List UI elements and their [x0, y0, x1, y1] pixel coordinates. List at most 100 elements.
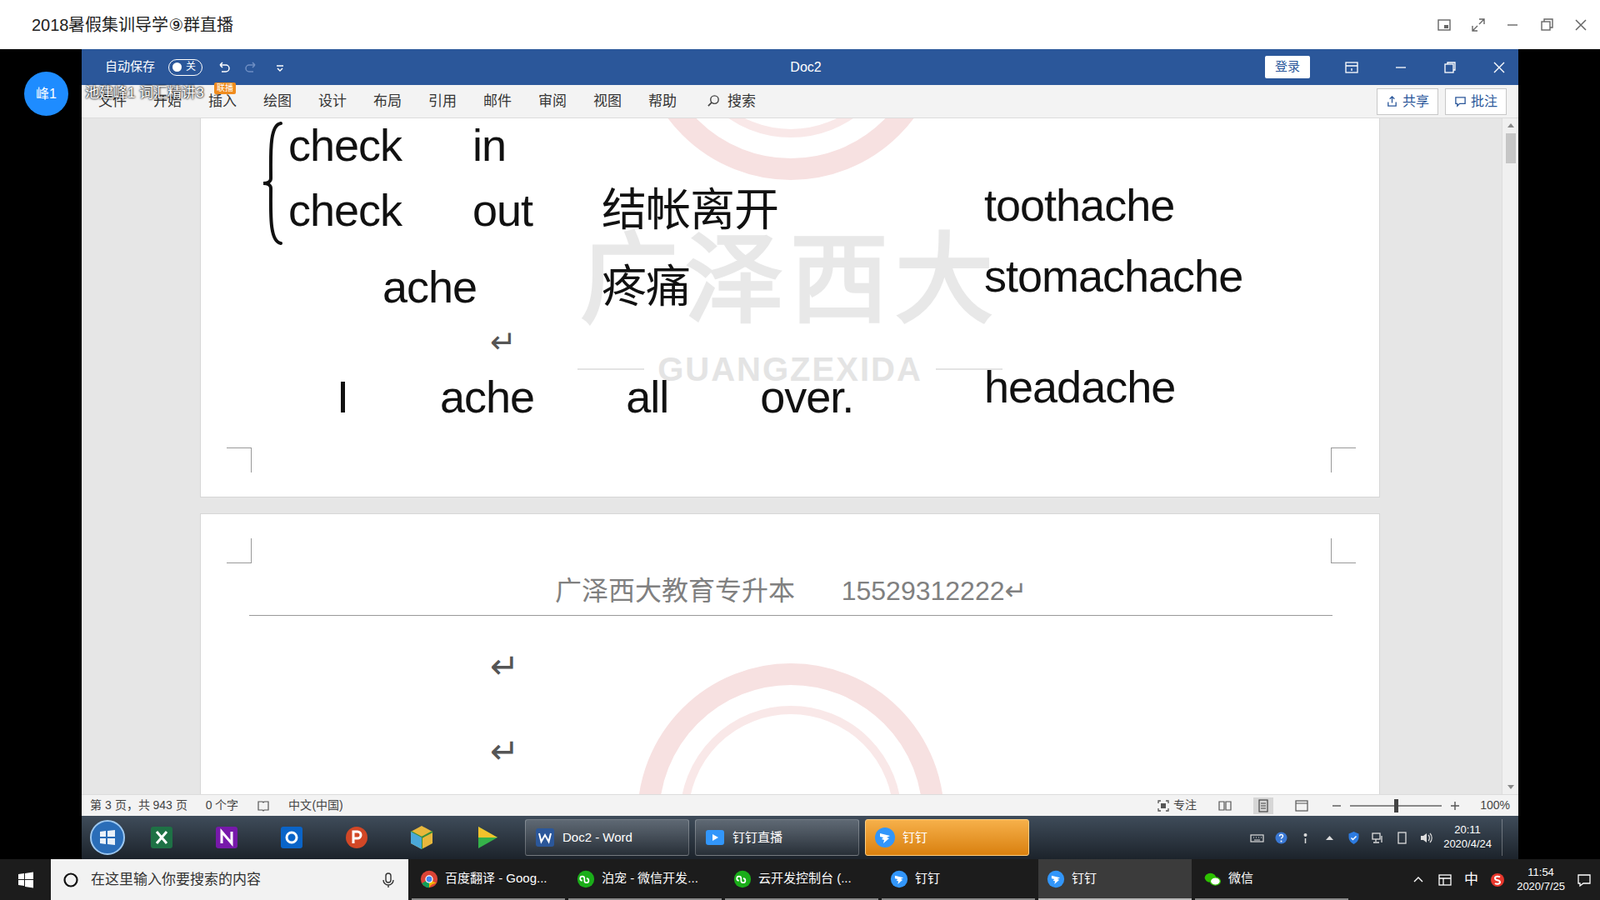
taskbar-button[interactable]: 百度翻译 - Goog...	[411, 859, 565, 900]
keyboard-icon[interactable]	[1250, 830, 1265, 845]
help-icon[interactable]	[1274, 830, 1289, 845]
handwritten-meaning: 结帐离开	[601, 187, 779, 233]
show-desktop-button[interactable]	[1501, 819, 1514, 856]
taskbar-button[interactable]: 微信	[1195, 859, 1349, 900]
input-method[interactable]: 中	[1464, 869, 1479, 891]
page-count[interactable]: 第 3 页，共 943 页	[90, 796, 188, 815]
watermark-ring-icon	[631, 118, 950, 186]
restore-icon[interactable]	[1539, 17, 1555, 33]
sogou-icon[interactable]	[1490, 872, 1505, 888]
clock[interactable]: 11:542020/7/25	[1516, 865, 1565, 895]
clock-date: 2020/7/25	[1516, 880, 1565, 895]
vertical-scrollbar[interactable]	[1501, 118, 1519, 795]
powerpoint-app[interactable]	[326, 818, 387, 857]
scroll-thumb[interactable]	[1505, 133, 1516, 164]
start-button[interactable]	[0, 859, 51, 900]
handwritten-word: in	[472, 122, 602, 168]
windows-logo-icon	[17, 871, 35, 889]
proofing-book-icon[interactable]	[256, 799, 270, 813]
ribbon-search[interactable]: 搜索	[690, 90, 756, 113]
taskbar-label: 百度翻译 - Goog...	[445, 869, 548, 889]
ribbon-tab[interactable]: 引用	[415, 90, 470, 113]
ribbon-display-icon[interactable]	[1344, 60, 1360, 75]
ribbon-tab[interactable]: 审阅	[525, 90, 580, 113]
close-icon[interactable]	[1573, 17, 1589, 33]
share-button[interactable]: 共享	[1376, 88, 1439, 115]
comments-button[interactable]: 批注	[1445, 88, 1507, 115]
note-row: Iacheallover.	[200, 358, 985, 435]
login-button[interactable]: 登录	[1265, 55, 1310, 79]
document-title: Doc2	[790, 57, 821, 78]
compound-word: stomachache	[984, 253, 1380, 299]
ribbon-tab[interactable]: 帮助	[635, 90, 690, 113]
scroll-up-icon[interactable]	[1506, 121, 1515, 129]
ime-toolbar-icon[interactable]	[1437, 872, 1453, 888]
zoom-in-icon[interactable]	[1448, 799, 1462, 813]
volume-icon[interactable]	[1419, 830, 1434, 845]
presenter-avatar[interactable]: 峰1	[24, 71, 69, 116]
taskbar-button[interactable]: 泊宠 - 微信开发...	[568, 859, 722, 900]
compound-word: toothache	[984, 182, 1380, 228]
onenote-app[interactable]	[196, 818, 257, 857]
undo-icon[interactable]	[215, 60, 231, 75]
focus-button[interactable]: 专注	[1156, 796, 1197, 815]
minimize-icon[interactable]	[1393, 60, 1409, 75]
taskbar-button[interactable]: Doc2 - Word	[525, 819, 690, 856]
taskbar-button[interactable]: 钉钉直播	[695, 819, 860, 856]
search-input[interactable]	[89, 868, 370, 892]
play-icon	[472, 823, 501, 852]
player-app[interactable]	[456, 818, 517, 857]
zoom-out-icon[interactable]	[1330, 799, 1344, 813]
expand-icon[interactable]	[1470, 17, 1486, 33]
zoom-control	[1330, 799, 1462, 813]
autosave-label: 自动保存	[105, 57, 155, 77]
ime-settings-icon[interactable]	[1298, 830, 1313, 845]
microphone-icon[interactable]	[380, 871, 397, 889]
ribbon-tab[interactable]: 视图	[580, 90, 635, 113]
minimize-icon[interactable]	[1505, 17, 1520, 33]
read-mode-button[interactable]	[1215, 797, 1235, 815]
excel-app[interactable]	[131, 818, 192, 857]
shield-icon[interactable]	[1346, 830, 1361, 845]
print-layout-button[interactable]	[1253, 797, 1274, 815]
start-orb-icon[interactable]	[88, 818, 127, 857]
pip-icon[interactable]	[1436, 17, 1452, 33]
zoom-level[interactable]: 100%	[1480, 796, 1510, 815]
notification-icon[interactable]	[1576, 872, 1592, 888]
taskbar-button[interactable]: 钉钉	[881, 859, 1035, 900]
document-page[interactable]: 广泽西大 GUANGZEXIDA checkincheckout结帐离开ache…	[200, 118, 1380, 497]
close-icon[interactable]	[1491, 60, 1507, 75]
web-layout-button[interactable]	[1291, 797, 1312, 815]
document-page[interactable]: 广泽西大教育专升本 15529312222↵ ↵ ↵	[200, 514, 1380, 795]
taskbar: 百度翻译 - Goog...泊宠 - 微信开发...云开发控制台 (...钉钉钉…	[0, 859, 1600, 900]
tray-arrow-icon[interactable]	[1322, 830, 1337, 845]
customize-icon[interactable]	[272, 60, 288, 75]
ribbon-tab[interactable]: 绘图	[250, 90, 305, 113]
chrome-icon	[420, 870, 439, 889]
ribbon-tab[interactable]: 邮件	[470, 90, 525, 113]
network-icon[interactable]	[1370, 830, 1385, 845]
taskbar-button[interactable]: 钉钉	[865, 819, 1030, 856]
cortana-icon	[62, 871, 80, 889]
phrase-list: checkincheckout结帐离开	[288, 118, 779, 249]
device-icon[interactable]	[1395, 830, 1410, 845]
autosave-toggle[interactable]: 关	[168, 59, 203, 76]
comment-icon	[1454, 95, 1467, 108]
zoom-thumb[interactable]	[1394, 799, 1399, 813]
page-header: 广泽西大教育专升本 15529312222↵	[249, 575, 1333, 616]
outlook-app[interactable]	[261, 818, 322, 857]
inner-clock[interactable]: 20:112020/4/24	[1443, 823, 1492, 852]
notes-left: checkincheckout结帐离开ache疼痛↵Iacheallover.	[200, 118, 985, 435]
show-hidden-icon[interactable]	[1410, 872, 1426, 888]
scroll-down-icon[interactable]	[1506, 784, 1515, 791]
taskbar-button[interactable]: 云开发控制台 (...	[725, 859, 879, 900]
word-count[interactable]: 0 个字	[205, 796, 240, 815]
ribbon-tab[interactable]: 设计	[305, 90, 360, 113]
taskbar-button[interactable]: 钉钉	[1038, 859, 1192, 900]
restore-icon[interactable]	[1442, 60, 1458, 75]
package-app[interactable]	[391, 818, 452, 857]
zoom-slider[interactable]	[1350, 805, 1442, 807]
search-box[interactable]	[50, 859, 409, 900]
ribbon-tab[interactable]: 布局	[360, 90, 415, 113]
language[interactable]: 中文(中国)	[288, 796, 343, 815]
